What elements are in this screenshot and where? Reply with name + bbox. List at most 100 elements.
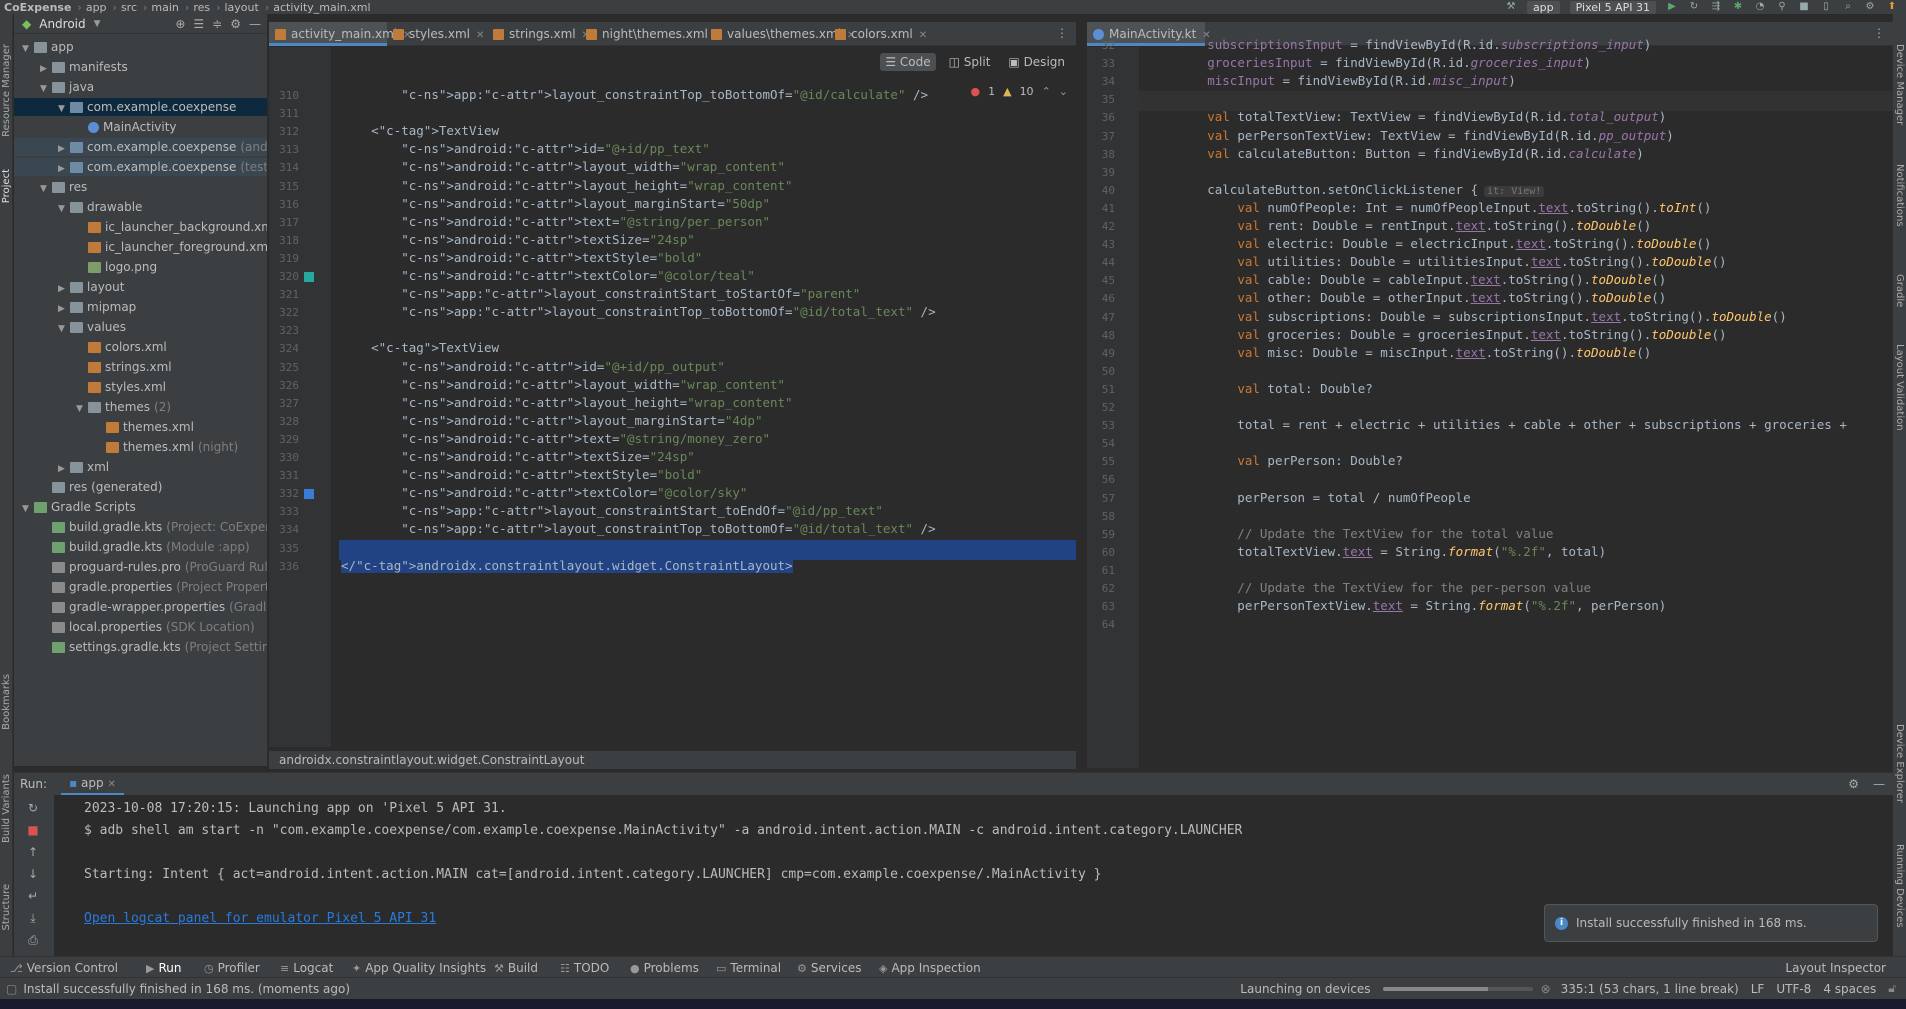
color-swatch-icon[interactable]: [304, 272, 314, 282]
running-devices-tab[interactable]: Running Devices: [1894, 844, 1905, 928]
notifications-tab[interactable]: Notifications: [1894, 164, 1905, 227]
scroll-down-icon[interactable]: ↓: [26, 867, 40, 881]
chevron-right-icon[interactable]: ▶: [58, 300, 70, 318]
chevron-up-icon[interactable]: ⌃: [1042, 85, 1051, 98]
inspection-widget[interactable]: ● 1 ▲ 10 ⌃ ⌄: [970, 83, 1068, 99]
resource-manager-tab[interactable]: Resource Manager: [1, 44, 12, 137]
tree-item[interactable]: ▶ com.example.coexpense(test): [14, 158, 267, 176]
settings-icon[interactable]: ⚙: [1864, 1, 1876, 13]
tree-item[interactable]: MainActivity: [14, 118, 267, 136]
breadcrumb-item[interactable]: main: [151, 1, 178, 14]
tree-item[interactable]: ▼ Gradle Scripts: [14, 498, 267, 516]
tree-item[interactable]: settings.gradle.kts(Project Settings): [14, 638, 267, 656]
tree-item[interactable]: themes.xml (night): [14, 438, 267, 456]
chevron-down-icon[interactable]: ▼: [40, 180, 52, 198]
more-icon[interactable]: ⋮: [1056, 26, 1068, 40]
tool-tab[interactable]: ▶ Run: [146, 960, 181, 976]
status-message[interactable]: Install successfully finished in 168 ms.…: [23, 982, 350, 996]
breadcrumb-item[interactable]: layout: [225, 1, 259, 14]
editor-tab[interactable]: values\themes.xml ✕: [705, 22, 855, 46]
gear-icon[interactable]: ⚙: [230, 17, 241, 31]
chevron-down-icon[interactable]: ▼: [58, 320, 70, 338]
device-select[interactable]: Pixel 5 API 31: [1569, 0, 1656, 14]
soft-wrap-icon[interactable]: ↵: [26, 889, 40, 903]
minimize-icon[interactable]: —: [249, 17, 261, 31]
chevron-right-icon[interactable]: ▶: [58, 460, 70, 478]
apply-changes-icon[interactable]: ⇶: [1710, 1, 1722, 13]
chevron-right-icon[interactable]: ▶: [40, 60, 52, 78]
structure-tab[interactable]: Structure: [1, 884, 12, 931]
chevron-down-icon[interactable]: ▼: [58, 100, 70, 118]
project-view-select[interactable]: Android: [39, 17, 85, 31]
close-icon[interactable]: ✕: [107, 779, 115, 790]
tool-tab[interactable]: ◷ Profiler: [204, 960, 260, 976]
scroll-up-icon[interactable]: ↑: [26, 845, 40, 859]
editor-tab[interactable]: strings.xml✕: [487, 22, 590, 46]
device-manager-icon[interactable]: ▯: [1820, 1, 1832, 13]
tree-item[interactable]: ▼ themes (2): [14, 398, 267, 416]
tree-item[interactable]: ▼ res: [14, 178, 267, 196]
tool-tab[interactable]: ✦ App Quality Insights: [352, 960, 486, 976]
logcat-link[interactable]: Open logcat panel for emulator Pixel 5 A…: [84, 911, 436, 926]
build-variants-tab[interactable]: Build Variants: [1, 774, 12, 843]
tool-tab[interactable]: ◈ App Inspection: [879, 960, 981, 976]
tree-item[interactable]: ▶ layout: [14, 278, 267, 296]
minimize-icon[interactable]: —: [1873, 777, 1885, 791]
file-encoding[interactable]: UTF-8: [1776, 982, 1811, 996]
expand-all-icon[interactable]: ☰: [193, 17, 204, 31]
background-task-label[interactable]: Launching on devices: [1240, 982, 1370, 996]
tool-tab[interactable]: ≡ Logcat: [280, 960, 333, 976]
hammer-icon[interactable]: ⚒: [1505, 1, 1517, 13]
profile-icon[interactable]: ◔: [1754, 1, 1766, 13]
rerun-icon[interactable]: ↻: [26, 801, 40, 815]
editor-tab[interactable]: night\themes.xml✕: [580, 22, 722, 46]
device-manager-tab[interactable]: Device Manager: [1894, 44, 1905, 125]
lock-icon[interactable]: 🔓︎: [1888, 981, 1896, 996]
chevron-down-icon[interactable]: ⌄: [1059, 85, 1068, 98]
tool-tab[interactable]: ⚒ Build: [494, 960, 538, 976]
update-icon[interactable]: ⬆: [1886, 1, 1898, 13]
breadcrumb-item[interactable]: res: [193, 1, 210, 14]
chevron-down-icon[interactable]: ▼: [58, 200, 70, 218]
more-icon[interactable]: ⋮: [1873, 26, 1885, 40]
editor-tab[interactable]: styles.xml ✕: [387, 22, 487, 46]
stop-icon[interactable]: ■: [26, 823, 40, 837]
tree-item[interactable]: styles.xml: [14, 378, 267, 396]
close-icon[interactable]: ✕: [476, 30, 484, 41]
tree-item[interactable]: ▼ com.example.coexpense: [14, 98, 267, 116]
debug-icon[interactable]: ✱: [1732, 1, 1744, 13]
tree-item[interactable]: ▼ java: [14, 78, 267, 96]
breadcrumb-item[interactable]: src: [121, 1, 137, 14]
tree-item[interactable]: local.properties (SDK Location): [14, 618, 267, 636]
scroll-to-end-icon[interactable]: ⤓: [26, 911, 40, 925]
tool-tab[interactable]: ● Problems: [630, 960, 699, 976]
tool-tab[interactable]: ⎇ Version Control: [10, 960, 118, 976]
print-icon[interactable]: ⎙: [26, 933, 40, 947]
tool-tab[interactable]: ☷ TODO: [560, 960, 609, 976]
chevron-right-icon[interactable]: ▶: [58, 280, 70, 298]
indent-setting[interactable]: 4 spaces: [1823, 982, 1876, 996]
tree-item[interactable]: build.gradle.kts (Module :app): [14, 538, 267, 556]
tree-item[interactable]: strings.xml: [14, 358, 267, 376]
breadcrumb-item[interactable]: app: [86, 1, 107, 14]
tree-item[interactable]: gradle-wrapper.properties(Gradle Version…: [14, 598, 267, 616]
bookmarks-tab[interactable]: Bookmarks: [1, 674, 12, 730]
notification-toast[interactable]: i Install successfully finished in 168 m…: [1544, 904, 1878, 942]
chevron-down-icon[interactable]: ▼: [22, 500, 34, 518]
run-config-select[interactable]: app: [1526, 0, 1560, 14]
chevron-down-icon[interactable]: ▼: [22, 40, 34, 58]
line-separator[interactable]: LF: [1751, 982, 1765, 996]
project-tab[interactable]: Project: [1, 169, 12, 203]
rerun-icon[interactable]: ↻: [1688, 1, 1700, 13]
attach-debugger-icon[interactable]: ⚲: [1776, 1, 1788, 13]
tool-tab[interactable]: ▭ Terminal: [716, 960, 781, 976]
chevron-down-icon[interactable]: ▼: [76, 400, 88, 418]
close-icon[interactable]: ✕: [919, 30, 927, 41]
design-mode-button[interactable]: ▣ Design: [1003, 53, 1070, 71]
chevron-down-icon[interactable]: ▼: [40, 80, 52, 98]
code-mode-button[interactable]: ☰ Code: [880, 53, 936, 71]
tree-item[interactable]: ▶ xml: [14, 458, 267, 476]
stop-icon[interactable]: ■: [1798, 1, 1810, 13]
tool-tab[interactable]: ⚙ Services: [797, 960, 861, 976]
tree-item[interactable]: ▶ com.example.coexpense(androidTest): [14, 138, 267, 156]
